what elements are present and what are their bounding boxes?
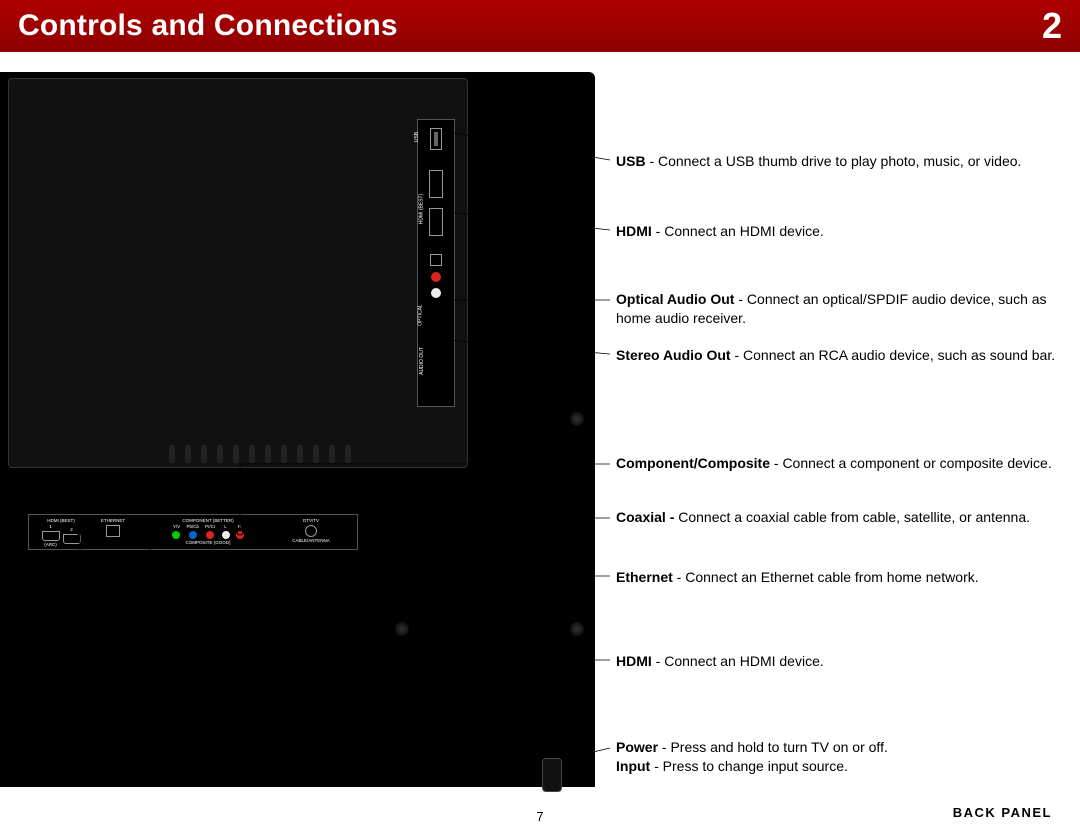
callout-optical: Optical Audio Out - Connect an optical/S… bbox=[616, 290, 1056, 328]
screw-icon bbox=[570, 412, 584, 426]
rca-green-icon bbox=[172, 531, 180, 539]
bottom-port-strip: HDMI (BEST) 1 (ARC) 2 ETHERNET bbox=[28, 514, 358, 550]
port-label-hdmi-side: HDMI (BEST) bbox=[418, 194, 424, 225]
rca-blue-icon bbox=[189, 531, 197, 539]
port-label-ethernet: ETHERNET bbox=[101, 518, 125, 523]
callout-stereo: Stereo Audio Out - Connect an RCA audio … bbox=[616, 346, 1056, 365]
callout-hdmi-side: HDMI - Connect an HDMI device. bbox=[616, 222, 1056, 241]
chapter-title: Controls and Connections bbox=[18, 9, 398, 43]
ethernet-port-icon bbox=[106, 525, 120, 537]
chapter-number: 2 bbox=[1042, 5, 1062, 47]
screw-icon bbox=[570, 622, 584, 636]
rca-r-icon bbox=[236, 531, 244, 539]
side-port-strip: USB HDMI (BEST) OPTICAL AUDIO OUT bbox=[417, 119, 455, 407]
page-number: 7 bbox=[536, 809, 543, 824]
vent-row bbox=[169, 445, 351, 463]
callout-power-input: Power - Press and hold to turn TV on or … bbox=[616, 738, 1056, 776]
back-panel-label: BACK PANEL bbox=[953, 805, 1052, 820]
chapter-header: Controls and Connections 2 bbox=[0, 0, 1080, 52]
port-label-usb: USB bbox=[414, 132, 420, 142]
port-label-audio-out: AUDIO OUT bbox=[419, 347, 425, 375]
rca-red-icon bbox=[431, 272, 441, 282]
callout-coax: Coaxial - Connect a coaxial cable from c… bbox=[616, 508, 1056, 527]
coax-port-icon bbox=[305, 525, 317, 537]
power-button-icon bbox=[542, 758, 562, 792]
callout-usb: USB - Connect a USB thumb drive to play … bbox=[616, 152, 1056, 171]
port-label-composite: COMPOSITE (GOOD) bbox=[186, 540, 231, 545]
optical-port-icon bbox=[430, 254, 442, 266]
rca-red2-icon bbox=[206, 531, 214, 539]
rca-l-icon bbox=[222, 531, 230, 539]
callout-component: Component/Composite - Connect a componen… bbox=[616, 454, 1056, 473]
callout-hdmi-bottom: HDMI - Connect an HDMI device. bbox=[616, 652, 1056, 671]
hdmi-port-icon-1 bbox=[42, 531, 60, 541]
tv-back-panel: USB HDMI (BEST) OPTICAL AUDIO OUT HDMI (… bbox=[0, 72, 595, 787]
port-label-optical: OPTICAL bbox=[418, 304, 424, 325]
hdmi-port-icon-4 bbox=[429, 170, 443, 198]
hdmi-port-icon-3 bbox=[429, 208, 443, 236]
rca-white-icon bbox=[431, 288, 441, 298]
hdmi-port-icon-2 bbox=[63, 534, 81, 544]
tv-diagram: USB HDMI (BEST) OPTICAL AUDIO OUT HDMI (… bbox=[0, 52, 600, 792]
port-label-cable: CABLE/ANTENNA bbox=[292, 538, 330, 543]
tv-side-panel: USB HDMI (BEST) OPTICAL AUDIO OUT bbox=[8, 78, 468, 468]
screw-icon bbox=[395, 622, 409, 636]
port-label-dtv: DTV/TV bbox=[303, 518, 319, 523]
usb-port-icon bbox=[430, 128, 442, 150]
callout-ethernet: Ethernet - Connect an Ethernet cable fro… bbox=[616, 568, 1056, 587]
